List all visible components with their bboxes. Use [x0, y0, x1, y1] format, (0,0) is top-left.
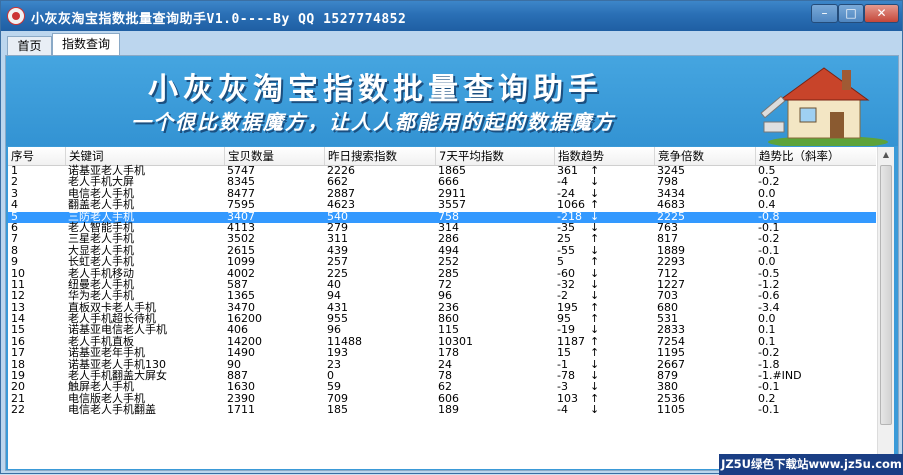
cell-competition: 1105 [654, 403, 758, 416]
scroll-thumb[interactable] [880, 165, 892, 425]
cell-trend-text: -4 [557, 403, 568, 417]
vertical-scrollbar[interactable]: ▲ ▼ [877, 147, 894, 469]
trend-down-icon: ↓ [590, 403, 600, 417]
app-logo-icon [7, 7, 25, 25]
cell-yesterday-index-text: 185 [327, 403, 348, 417]
col-header-7day-avg[interactable]: 7天平均指数 [435, 147, 554, 165]
table-row[interactable]: 22 电信老人手机翻盖 1711 185 189 -4 ↓ 1105 -0.1 [8, 403, 879, 416]
scroll-up-icon[interactable]: ▲ [878, 147, 894, 163]
tab-strip: 首页 指数查询 [5, 33, 899, 55]
col-header-yesterday-index[interactable]: 昨日搜索指数 [324, 147, 435, 165]
cell-7day-avg-text: 189 [438, 403, 459, 417]
title-bar[interactable]: 小灰灰淘宝指数批量查询助手V1.0----By QQ 1527774852 – … [1, 1, 902, 31]
cell-item-count: 1711 [224, 403, 327, 416]
cell-item-count-text: 1711 [227, 403, 255, 417]
cell-7day-avg: 189 [435, 403, 557, 416]
cell-slope: -0.1 [755, 403, 879, 416]
watermark: JZ5U绿色下载站www.jz5u.com [719, 454, 903, 475]
maximize-button[interactable]: □ [838, 4, 864, 23]
close-button[interactable]: ✕ [864, 4, 899, 23]
banner: 小灰灰淘宝指数批量查询助手 一个很比数据魔方，让人人都能用的起的数据魔方 [6, 56, 898, 146]
cell-competition-text: 1105 [657, 403, 685, 417]
tab-index-query[interactable]: 指数查询 [52, 33, 120, 55]
col-header-slope[interactable]: 趋势比（斜率） [755, 147, 876, 165]
cell-keyword: 电信老人手机翻盖 [65, 403, 227, 416]
tab-home[interactable]: 首页 [7, 36, 52, 55]
house-icon [760, 67, 888, 146]
banner-subtitle: 一个很比数据魔方，让人人都能用的起的数据魔方 [131, 110, 615, 134]
cell-index: 22 [8, 403, 68, 416]
banner-title: 小灰灰淘宝指数批量查询助手 [148, 72, 603, 107]
cell-keyword-text: 电信老人手机翻盖 [68, 403, 156, 417]
col-header-trend[interactable]: 指数趋势 [554, 147, 654, 165]
cell-index-text: 22 [11, 403, 25, 417]
window-title: 小灰灰淘宝指数批量查询助手V1.0----By QQ 1527774852 [31, 12, 407, 27]
col-header-item-count[interactable]: 宝贝数量 [224, 147, 324, 165]
results-table[interactable]: 序号 关键词 宝贝数量 昨日搜索指数 7天平均指数 指数趋势 竞争倍数 趋势比（… [8, 147, 894, 469]
cell-slope-text: -0.1 [758, 403, 780, 417]
col-header-index[interactable]: 序号 [8, 147, 65, 165]
cell-trend: -4 ↓ [554, 403, 657, 416]
app-window: 小灰灰淘宝指数批量查询助手V1.0----By QQ 1527774852 – … [0, 0, 903, 475]
tab-panel: 小灰灰淘宝指数批量查询助手 一个很比数据魔方，让人人都能用的起的数据魔方 序号 … [5, 55, 899, 471]
cell-yesterday-index: 185 [324, 403, 438, 416]
col-header-keyword[interactable]: 关键词 [65, 147, 224, 165]
table-body: 1 诺基亚老人手机 5747 2226 1865 361 ↑ 3245 0.5 2 老人手机大屏 83… [8, 164, 879, 417]
minimize-button[interactable]: – [811, 4, 838, 23]
col-header-competition[interactable]: 竞争倍数 [654, 147, 755, 165]
